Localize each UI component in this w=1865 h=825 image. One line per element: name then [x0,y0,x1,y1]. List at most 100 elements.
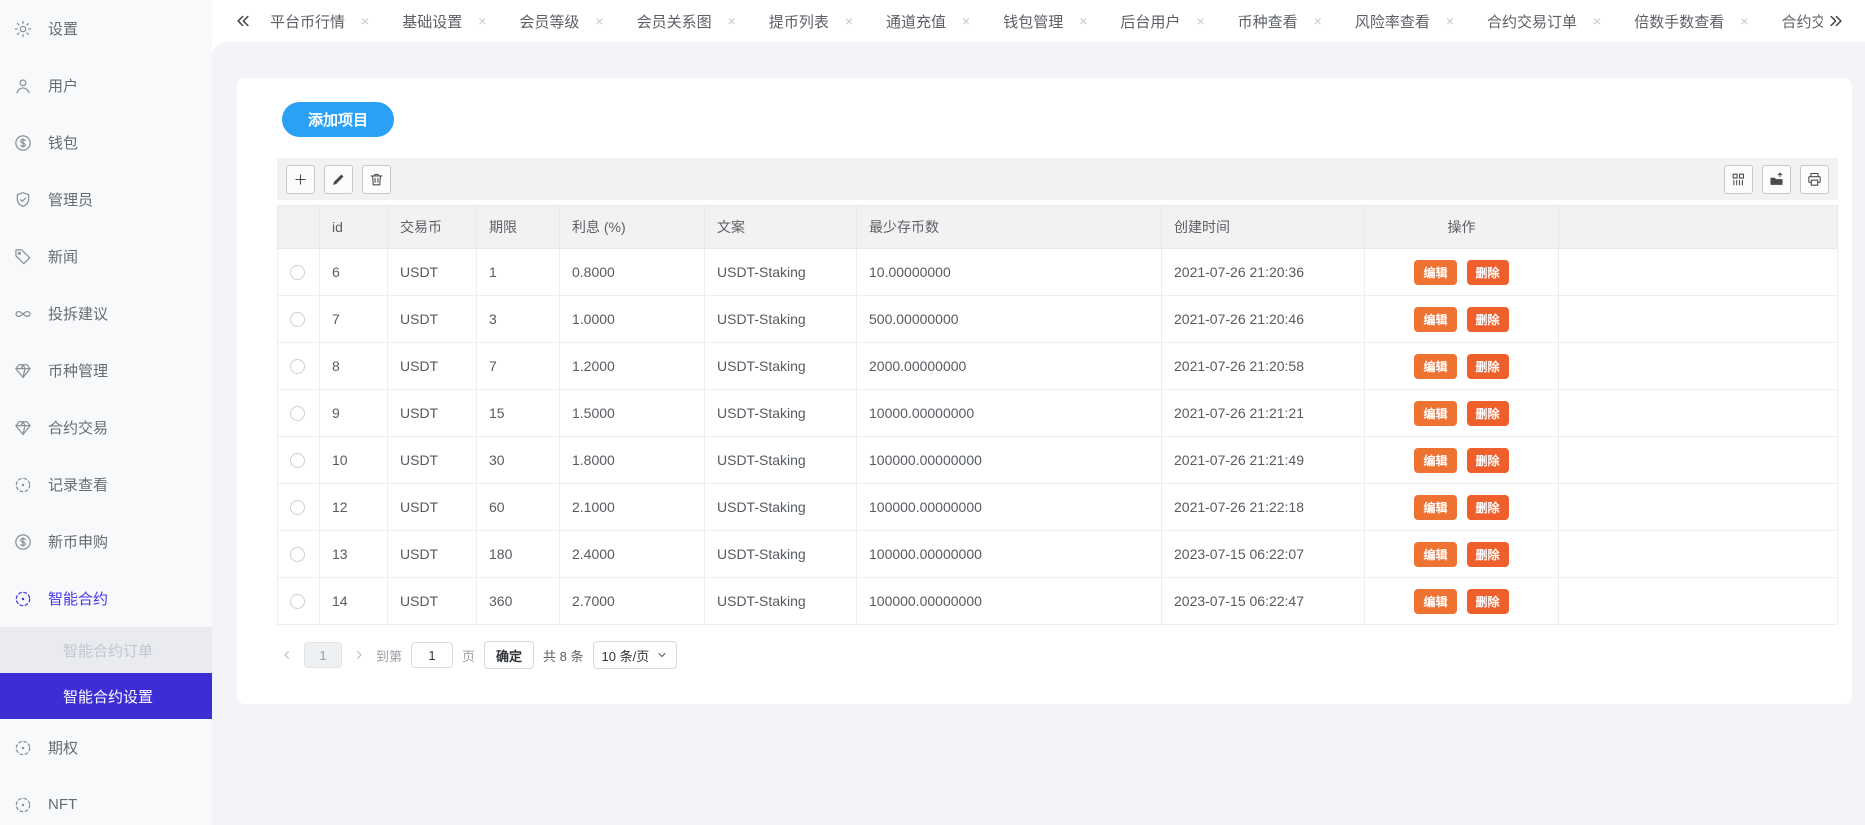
tab-close-icon[interactable]: × [962,14,970,28]
edit-button[interactable]: 编辑 [1414,495,1456,520]
tab-item[interactable]: 合约交易管理 [1781,11,1823,32]
cell: 8 [320,343,388,390]
tab-close-icon[interactable]: × [478,14,486,28]
sidebar-item-news[interactable]: 新闻 [0,228,212,285]
tab-item[interactable]: 风险率查看× [1355,11,1454,32]
print-button[interactable] [1800,165,1829,194]
edit-button[interactable]: 编辑 [1414,260,1456,285]
tab-item[interactable]: 基础设置× [402,11,486,32]
edit-button[interactable]: 编辑 [1414,589,1456,614]
cell: USDT [388,390,477,437]
cell: 7 [320,296,388,343]
tabs-scroll-right-icon[interactable] [1823,8,1849,34]
cell: 7 [477,343,560,390]
sidebar-item-records[interactable]: 记录查看 [0,456,212,513]
sidebar-item-coin-manage[interactable]: 币种管理 [0,342,212,399]
sidebar-item-smart-contract[interactable]: 智能合约 [0,570,212,627]
tab-item[interactable]: 会员关系图× [637,11,736,32]
sidebar-item-settings[interactable]: 设置 [0,0,212,57]
sidebar-item-feedback[interactable]: 投拆建议 [0,285,212,342]
tab-item[interactable]: 通道充值× [886,11,970,32]
dashed-circle-icon [13,738,33,758]
plus-button[interactable] [286,165,315,194]
delete-button[interactable]: 删除 [1467,495,1509,520]
tab-item[interactable]: 提币列表× [769,11,853,32]
tab-item[interactable]: 合约交易订单× [1487,11,1601,32]
tab-close-icon[interactable]: × [1314,14,1322,28]
tab-item[interactable]: 会员等级× [519,11,603,32]
row-radio[interactable] [290,312,305,327]
total-count: 共 8 条 [543,646,583,665]
sidebar-item-users[interactable]: 用户 [0,57,212,114]
next-page-icon[interactable] [351,647,367,663]
tab-item[interactable]: 币种查看× [1238,11,1322,32]
plus-icon [292,171,309,188]
goto-label: 到第 [376,646,402,665]
cell: 14 [320,578,388,625]
table-row: 7USDT31.0000USDT-Staking500.000000002021… [278,296,1838,343]
export-button[interactable] [1762,165,1791,194]
tab-close-icon[interactable]: × [1740,14,1748,28]
tab-item[interactable]: 钱包管理× [1003,11,1087,32]
delete-button[interactable]: 删除 [1467,589,1509,614]
tab-item[interactable]: 倍数手数查看× [1634,11,1748,32]
delete-button[interactable]: 删除 [1467,401,1509,426]
cell: 15 [477,390,560,437]
add-item-button[interactable]: 添加项目 [282,102,394,137]
table-row: 14USDT3602.7000USDT-Staking100000.000000… [278,578,1838,625]
sidebar-item-options[interactable]: 期权 [0,719,212,776]
sidebar-item-contract-trade[interactable]: 合约交易 [0,399,212,456]
goto-page-input[interactable] [411,642,453,668]
cell: USDT-Staking [705,390,857,437]
dashed-circle-icon [13,589,33,609]
column-header: 利息 (%) [560,206,705,249]
table-body: 6USDT10.8000USDT-Staking10.000000002021-… [278,249,1838,625]
sidebar-subitem-smart-contract-settings[interactable]: 智能合约设置 [0,673,212,719]
cell: 100000.00000000 [857,531,1162,578]
edit-button[interactable]: 编辑 [1414,542,1456,567]
tab-close-icon[interactable]: × [1593,14,1601,28]
delete-button[interactable]: 删除 [1467,260,1509,285]
tab-item[interactable]: 后台用户× [1120,11,1204,32]
page-number-button[interactable]: 1 [304,642,342,668]
delete-button[interactable]: 删除 [1467,307,1509,332]
row-radio[interactable] [290,359,305,374]
row-radio[interactable] [290,453,305,468]
row-radio[interactable] [290,594,305,609]
delete-button[interactable]: 删除 [1467,448,1509,473]
pencil-button[interactable] [324,165,353,194]
tab-close-icon[interactable]: × [1196,14,1204,28]
row-radio[interactable] [290,406,305,421]
tab-close-icon[interactable]: × [595,14,603,28]
tab-close-icon[interactable]: × [728,14,736,28]
sidebar-item-new-coin[interactable]: 新币申购 [0,513,212,570]
edit-button[interactable]: 编辑 [1414,401,1456,426]
sidebar-item-nft[interactable]: NFT [0,776,212,825]
edit-button[interactable]: 编辑 [1414,448,1456,473]
page-size-select[interactable]: 10 条/页 [593,641,678,669]
edit-button[interactable]: 编辑 [1414,354,1456,379]
row-radio[interactable] [290,265,305,280]
tab-item[interactable]: 平台币行情× [270,11,369,32]
trash-button[interactable] [362,165,391,194]
delete-button[interactable]: 删除 [1467,354,1509,379]
confirm-button[interactable]: 确定 [484,641,534,669]
trash-icon [368,171,385,188]
tabs-scroll-left-icon[interactable] [230,8,256,34]
tab-close-icon[interactable]: × [845,14,853,28]
column-header: 期限 [477,206,560,249]
row-radio[interactable] [290,500,305,515]
tab-close-icon[interactable]: × [361,14,369,28]
tab-close-icon[interactable]: × [1079,14,1087,28]
row-radio[interactable] [290,547,305,562]
delete-button[interactable]: 删除 [1467,542,1509,567]
cell: 2000.00000000 [857,343,1162,390]
sidebar-item-admin[interactable]: 管理员 [0,171,212,228]
sidebar-subitem-smart-contract-orders[interactable]: 智能合约订单 [0,627,212,673]
sidebar-item-wallet[interactable]: 钱包 [0,114,212,171]
tab-close-icon[interactable]: × [1446,14,1454,28]
edit-button[interactable]: 编辑 [1414,307,1456,332]
pagination: 1 到第 页 确定 共 8 条 10 条/页 [277,641,1838,669]
prev-page-icon[interactable] [279,647,295,663]
columns-button[interactable] [1724,165,1753,194]
